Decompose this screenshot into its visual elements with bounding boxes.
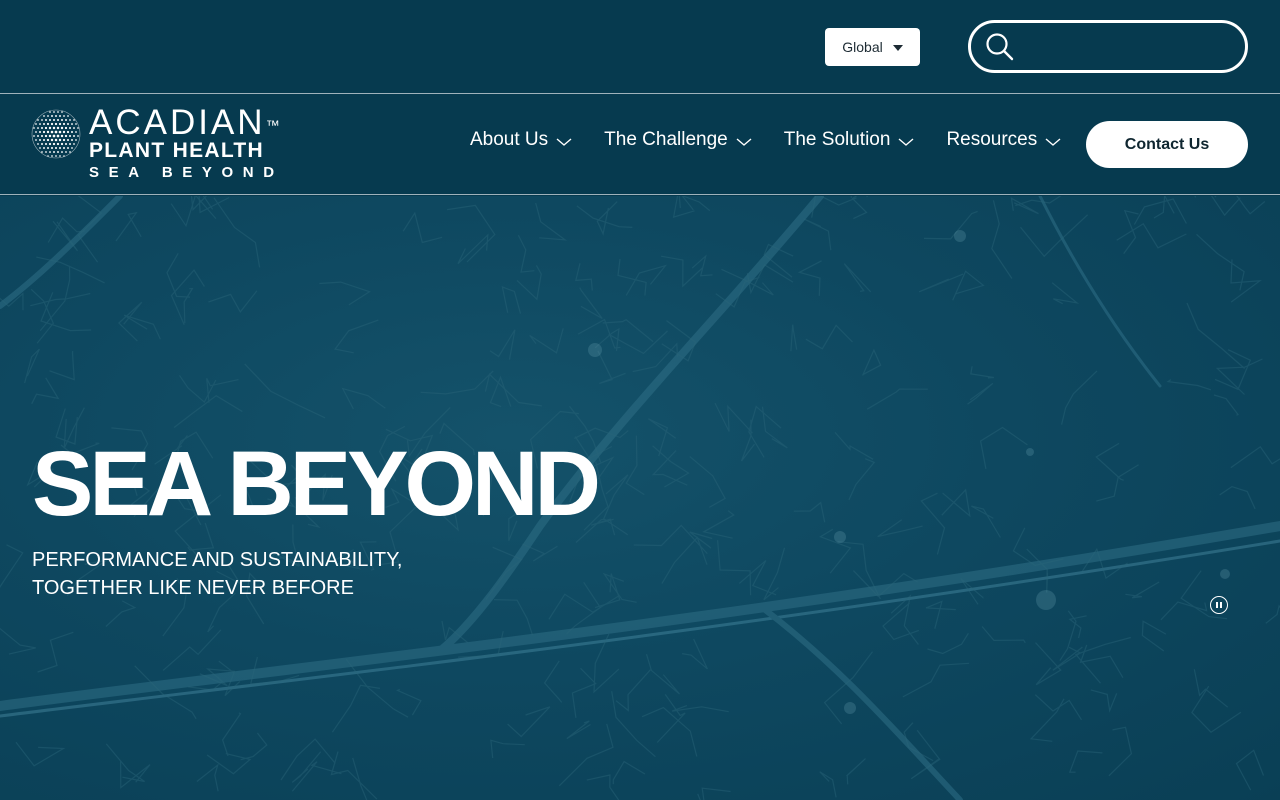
search-icon [985,32,1015,62]
brand-subtitle: PLANT HEALTH [89,139,265,162]
chevron-down-icon [556,134,572,147]
region-select[interactable]: Global [825,28,920,66]
nav-item-label: About Us [470,129,549,150]
chevron-down-icon [898,134,914,147]
hero-banner: SEA BEYOND PERFORMANCE AND SUSTAINABILIT… [0,196,1280,800]
contact-us-button[interactable]: Contact Us [1086,121,1248,168]
main-nav: ACADIAN™ PLANT HEALTH SEA BEYOND About U… [0,95,1280,195]
brand-tagline: SEA BEYOND [89,164,284,181]
nav-item-about-us[interactable]: About Us [470,129,572,151]
nav-item-label: Resources [946,129,1038,150]
nav-item-the-solution[interactable]: The Solution [784,129,915,151]
caret-down-icon [892,44,903,51]
nav-item-label: The Challenge [604,129,728,150]
brand-trademark: ™ [265,117,280,133]
logo[interactable]: ACADIAN™ PLANT HEALTH SEA BEYOND [31,103,291,187]
nav-item-resources[interactable]: Resources [946,129,1061,151]
nav-item-the-challenge[interactable]: The Challenge [604,129,752,151]
search-input[interactable] [1023,37,1223,56]
utility-bar: Global [0,0,1280,94]
search-box[interactable] [968,20,1248,73]
nav-links: About Us The Challenge The Solution Reso… [470,129,1061,151]
chevron-down-icon [736,134,752,147]
hero-subtitle: PERFORMANCE AND SUSTAINABILITY, TOGETHER… [32,546,452,602]
hero-title: SEA BEYOND [32,433,601,535]
chevron-down-icon [1045,134,1061,147]
brand-name: ACADIAN™ [89,103,280,142]
logo-globe-icon [31,109,81,164]
pause-icon[interactable] [1210,596,1228,614]
hero-subtitle-line-1: PERFORMANCE AND SUSTAINABILITY, [32,549,403,571]
region-select-label: Global [842,39,883,55]
hero-subtitle-line-2: TOGETHER LIKE NEVER BEFORE [32,577,354,599]
nav-item-label: The Solution [783,129,891,150]
